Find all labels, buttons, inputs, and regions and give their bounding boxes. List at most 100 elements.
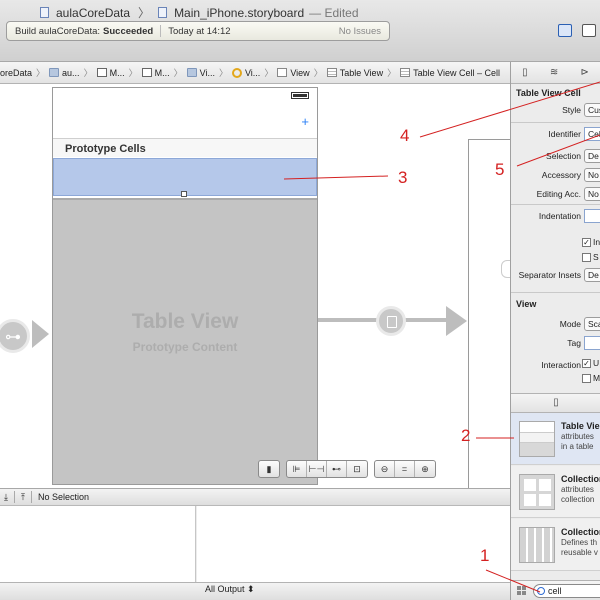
project-icon	[40, 7, 49, 18]
folder-icon	[49, 68, 60, 77]
detail-scene[interactable]	[468, 139, 510, 488]
file-inspector-icon[interactable]: ▯	[522, 67, 528, 78]
identifier-field[interactable]: Cell	[584, 127, 600, 141]
issues-label: No Issues	[338, 25, 381, 37]
collection-view-cell-icon	[519, 527, 555, 563]
crumb-storyboard[interactable]: M...	[96, 68, 125, 78]
variables-view[interactable]	[0, 506, 196, 582]
indentation-row: Indentation	[511, 209, 600, 223]
view-icon	[277, 68, 288, 77]
crumb-scene[interactable]: Vi...	[186, 68, 215, 78]
cell-section-title: Table View Cell	[516, 88, 581, 98]
selection-row: Selection De	[511, 149, 600, 163]
segue-arrow	[32, 320, 49, 348]
grid-view-icon[interactable]	[517, 586, 526, 595]
no-selection-label: No Selection	[37, 492, 89, 502]
crumb-view[interactable]: View	[277, 68, 310, 78]
identifier-row: Identifier Cell	[511, 127, 600, 141]
step-icon[interactable]: ⤓	[4, 492, 8, 503]
indent-while-editing-checkbox[interactable]: ✓	[582, 238, 591, 247]
storyboard-icon	[158, 7, 168, 18]
accessory-row: Accessory No	[511, 168, 600, 182]
debug-footer	[0, 582, 510, 600]
library-item-table-view-cell[interactable]: Table Vie attributes in a table	[511, 413, 600, 465]
debug-bar: ⤓ ⤒ No Selection	[0, 488, 510, 506]
push-segue-icon[interactable]	[376, 306, 406, 336]
zoom-actual-icon[interactable]: =	[395, 461, 415, 477]
form-factor-icon[interactable]: ▮	[259, 461, 279, 477]
storyboard-canvas[interactable]: + Prototype Cells Table View Prototype C…	[0, 84, 510, 488]
crumb-view-controller[interactable]: Vi...	[231, 67, 260, 78]
output-selector[interactable]: All Output ⬍	[205, 584, 255, 595]
table-view-cell-icon	[400, 68, 411, 77]
annotation-4: 4	[400, 126, 410, 145]
indentation-field[interactable]	[584, 209, 600, 223]
shows-reorder-checkbox[interactable]	[582, 253, 591, 262]
quick-help-icon[interactable]: ≋	[550, 67, 558, 78]
zoom-in-icon[interactable]: ⊕	[415, 461, 435, 477]
editing-accessory-row: Editing Acc. No	[511, 187, 600, 201]
editing-accessory-popup[interactable]: No	[584, 187, 600, 201]
assistant-editor-button[interactable]	[582, 24, 596, 37]
activity-viewer[interactable]: Build aulaCoreData: Succeeded Today at 1…	[6, 21, 390, 41]
view-section-title: View	[516, 299, 537, 309]
collection-view-icon	[519, 474, 555, 510]
table-view-label: Table View	[131, 310, 239, 333]
scene-icon	[186, 68, 197, 77]
file-template-library-icon[interactable]: ▯	[553, 397, 559, 408]
library-item-collection-view-cell[interactable]: Collection Defines threusable v	[511, 519, 600, 571]
resize-handle[interactable]	[181, 191, 187, 197]
crumb-table-view-cell[interactable]: Table View Cell – Cell	[400, 68, 500, 78]
table-view-controller-scene[interactable]: + Prototype Cells Table View Prototype C…	[52, 87, 318, 485]
resizing-icon[interactable]: ⊡	[347, 461, 367, 477]
title-separator: 〉	[138, 6, 151, 20]
jump-bar[interactable]: oreData 〉 au... 〉 M... 〉 M... 〉 Vi... 〉 …	[0, 62, 510, 84]
accessory-popup[interactable]: No	[584, 168, 600, 182]
tag-field[interactable]	[584, 336, 600, 350]
annotation-2: 2	[461, 426, 471, 445]
search-icon	[537, 587, 545, 595]
annotation-3: 3	[398, 168, 408, 187]
build-result: Succeeded	[103, 25, 154, 37]
crumb-project[interactable]: oreData	[0, 68, 32, 78]
push-segue-arrow	[446, 306, 467, 336]
selection-popup[interactable]: De	[584, 149, 600, 163]
style-popup[interactable]: Cus	[584, 103, 600, 117]
pin-icon[interactable]: ⊢⊣	[307, 461, 327, 477]
library-item-collection-view[interactable]: Collection attributescollection	[511, 466, 600, 518]
resolve-icon[interactable]: ⊷	[327, 461, 347, 477]
build-time: Today at 14:12	[168, 25, 231, 37]
storyboard-icon	[141, 68, 152, 77]
console-view[interactable]	[197, 506, 510, 582]
separator-insets-popup[interactable]: De	[584, 268, 600, 282]
separator-insets-row: Separator Insets De	[511, 268, 600, 282]
user-interaction-checkbox[interactable]: ✓	[582, 359, 591, 368]
step-out-icon[interactable]: ⤒	[21, 492, 25, 503]
relationship-segue-icon[interactable]	[0, 319, 30, 353]
multiple-touch-checkbox[interactable]	[582, 374, 591, 383]
annotation-5: 5	[495, 160, 505, 179]
mode-popup[interactable]: Sca	[584, 317, 600, 331]
window-title: aulaCoreData 〉 Main_iPhone.storyboard — …	[40, 4, 359, 21]
storyboard-icon	[96, 68, 107, 77]
library-filter-bar: cell	[511, 580, 600, 600]
utilities-panel: ▯ ≋ ⊳ Table View Cell Style Cus Identifi…	[510, 62, 600, 600]
table-view-icon	[326, 68, 337, 77]
project-name: aulaCoreData	[56, 5, 131, 20]
align-icon[interactable]: ⊫	[287, 461, 307, 477]
build-label: Build aulaCoreData:	[15, 25, 101, 37]
prototype-content-label: Prototype Content	[132, 340, 238, 354]
crumb-storyboard-base[interactable]: M...	[141, 68, 170, 78]
add-bar-button[interactable]: +	[301, 114, 309, 129]
crumb-folder[interactable]: au...	[49, 68, 80, 78]
crumb-table-view[interactable]: Table View	[326, 68, 383, 78]
zoom-out-icon[interactable]: ⊖	[375, 461, 395, 477]
library-filter-input[interactable]: cell	[533, 584, 600, 598]
inspector-tabs: ▯ ≋ ⊳	[511, 62, 600, 84]
style-row: Style Cus	[511, 103, 600, 117]
annotation-1: 1	[480, 546, 490, 565]
tag-row: Tag	[511, 336, 600, 350]
standard-editor-button[interactable]	[558, 24, 572, 37]
table-view-cell-icon	[519, 421, 555, 457]
attributes-inspector-icon[interactable]: ⊳	[580, 67, 588, 78]
